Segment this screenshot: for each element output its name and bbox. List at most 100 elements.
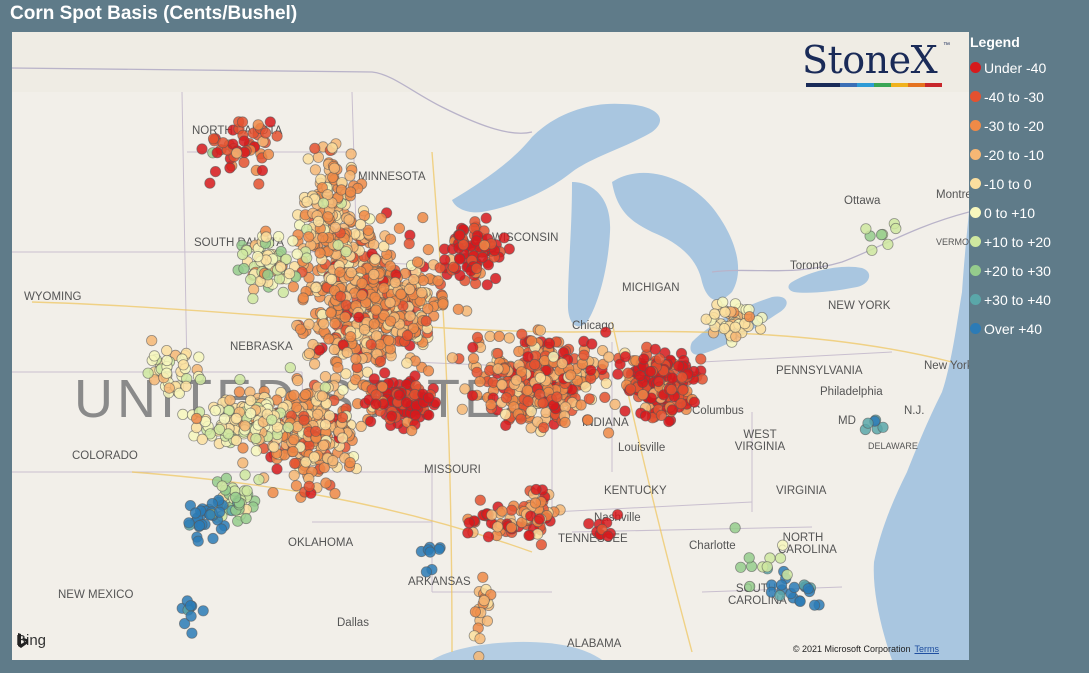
basis-point[interactable]: [866, 244, 878, 256]
basis-point[interactable]: [204, 509, 216, 521]
basis-point[interactable]: [237, 248, 249, 260]
basis-point[interactable]: [224, 162, 236, 174]
basis-point[interactable]: [585, 364, 597, 376]
basis-point[interactable]: [530, 483, 542, 496]
basis-point[interactable]: [365, 338, 377, 351]
basis-point[interactable]: [730, 331, 742, 343]
basis-point[interactable]: [401, 357, 413, 369]
basis-point[interactable]: [551, 391, 563, 403]
basis-point[interactable]: [470, 262, 483, 274]
basis-point[interactable]: [268, 441, 280, 453]
basis-point[interactable]: [186, 627, 198, 639]
basis-point[interactable]: [417, 275, 429, 287]
basis-point[interactable]: [639, 410, 652, 422]
basis-point[interactable]: [420, 315, 432, 327]
basis-point[interactable]: [600, 377, 612, 389]
basis-point[interactable]: [317, 197, 329, 209]
basis-point[interactable]: [197, 605, 209, 617]
basis-point[interactable]: [224, 394, 236, 406]
basis-point[interactable]: [500, 392, 512, 404]
basis-point[interactable]: [213, 506, 226, 518]
basis-point[interactable]: [453, 229, 466, 241]
basis-point[interactable]: [422, 392, 435, 404]
basis-point[interactable]: [462, 527, 474, 539]
basis-point[interactable]: [547, 351, 560, 363]
basis-point[interactable]: [409, 409, 421, 421]
basis-point[interactable]: [673, 360, 685, 372]
basis-point[interactable]: [288, 469, 300, 481]
basis-point[interactable]: [503, 243, 515, 255]
basis-point[interactable]: [322, 211, 334, 223]
basis-point[interactable]: [216, 480, 228, 492]
basis-point[interactable]: [313, 344, 326, 356]
basis-point[interactable]: [192, 535, 204, 547]
basis-point[interactable]: [323, 333, 335, 345]
basis-point[interactable]: [637, 389, 649, 401]
basis-point[interactable]: [250, 432, 262, 445]
basis-point[interactable]: [480, 212, 492, 224]
basis-point[interactable]: [271, 130, 283, 142]
basis-point[interactable]: [523, 529, 535, 541]
basis-point[interactable]: [350, 353, 362, 365]
basis-point[interactable]: [675, 398, 687, 410]
basis-point[interactable]: [565, 369, 577, 381]
basis-point[interactable]: [676, 371, 688, 383]
basis-point[interactable]: [247, 292, 259, 305]
basis-point[interactable]: [297, 292, 309, 304]
basis-point[interactable]: [456, 403, 468, 415]
basis-point[interactable]: [204, 177, 216, 189]
basis-point[interactable]: [283, 268, 296, 280]
basis-point[interactable]: [600, 326, 612, 338]
basis-point[interactable]: [403, 238, 415, 250]
basis-point[interactable]: [264, 116, 276, 128]
basis-point[interactable]: [476, 251, 489, 263]
basis-point[interactable]: [317, 232, 329, 244]
basis-point[interactable]: [422, 244, 434, 256]
basis-point[interactable]: [677, 384, 689, 396]
basis-point[interactable]: [271, 463, 283, 475]
basis-point[interactable]: [422, 303, 434, 315]
basis-point[interactable]: [230, 491, 242, 503]
basis-point[interactable]: [486, 509, 498, 521]
legend-item[interactable]: Over +40: [970, 314, 1085, 343]
basis-point[interactable]: [781, 569, 793, 581]
basis-point[interactable]: [384, 296, 396, 309]
basis-point[interactable]: [416, 287, 428, 299]
basis-point[interactable]: [556, 357, 568, 369]
basis-point[interactable]: [890, 222, 902, 235]
basis-point[interactable]: [611, 509, 624, 521]
basis-point[interactable]: [774, 589, 786, 602]
basis-point[interactable]: [743, 552, 755, 564]
legend-item[interactable]: +10 to +20: [970, 227, 1085, 256]
legend-item[interactable]: -10 to 0: [970, 169, 1085, 198]
legend-item[interactable]: -40 to -30: [970, 82, 1085, 111]
basis-point[interactable]: [262, 148, 275, 161]
basis-point[interactable]: [529, 497, 542, 509]
legend-item[interactable]: -30 to -20: [970, 111, 1085, 140]
basis-point[interactable]: [408, 274, 420, 286]
basis-point[interactable]: [253, 178, 265, 190]
basis-point[interactable]: [301, 252, 313, 264]
basis-point[interactable]: [529, 358, 541, 371]
basis-point[interactable]: [329, 221, 341, 233]
basis-point[interactable]: [510, 374, 522, 386]
basis-point[interactable]: [231, 147, 243, 159]
basis-points-layer[interactable]: [12, 32, 969, 660]
basis-point[interactable]: [325, 307, 337, 319]
basis-point[interactable]: [543, 337, 556, 350]
basis-point[interactable]: [384, 315, 397, 327]
basis-point[interactable]: [218, 413, 230, 425]
basis-point[interactable]: [862, 417, 874, 429]
basis-point[interactable]: [344, 456, 356, 469]
basis-point[interactable]: [336, 432, 349, 444]
legend-item[interactable]: -20 to -10: [970, 140, 1085, 169]
basis-point[interactable]: [287, 235, 299, 247]
basis-point[interactable]: [356, 289, 368, 301]
basis-point[interactable]: [189, 507, 201, 519]
basis-point[interactable]: [474, 633, 486, 645]
basis-point[interactable]: [743, 311, 756, 323]
basis-point[interactable]: [406, 424, 418, 437]
basis-point[interactable]: [341, 346, 353, 359]
basis-point[interactable]: [334, 266, 346, 278]
basis-point[interactable]: [404, 310, 416, 322]
